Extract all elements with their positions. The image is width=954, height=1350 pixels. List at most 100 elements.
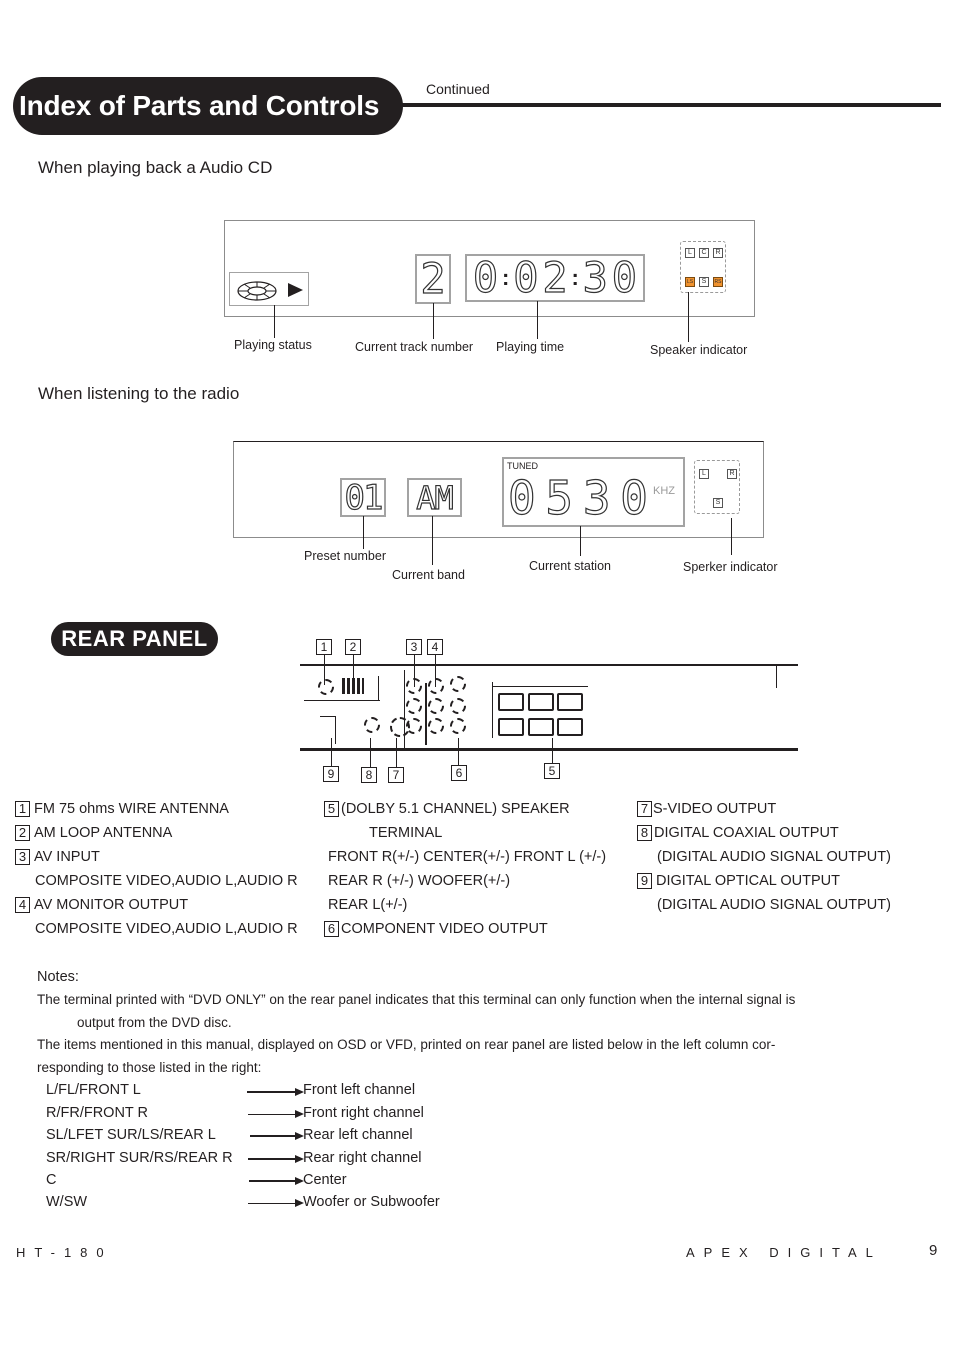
legend-label: COMPONENT VIDEO OUTPUT [341,921,548,937]
leader-line [363,516,364,549]
caption-speaker-indicator: Sperker indicator [683,560,778,574]
speaker-R: R [727,469,737,479]
radio-section-heading: When listening to the radio [38,384,240,403]
callout-3: 3 [406,639,422,655]
legend-item: 7 S-VIDEO OUTPUT [637,801,891,825]
leader-line [370,738,371,768]
leader-line [552,738,553,763]
component-jack [450,676,466,692]
leader-line [580,526,581,556]
chassis-top [300,664,798,666]
component-jack [450,718,466,734]
station-digit: 0 [620,471,649,525]
legend-label: DIGITAL COAXIAL OUTPUT [654,825,839,841]
legend-column-1: 1 FM 75 ohms WIRE ANTENNA 2 AM LOOP ANTENN… [15,801,298,945]
coaxial-jack [364,717,380,733]
tuned-indicator: TUNED [507,461,538,471]
caption-playing-status: Playing status [234,338,312,352]
legend-label: AV MONITOR OUTPUT [34,897,189,913]
station-digit: 5 [545,471,574,525]
caption-current-station: Current station [529,559,611,573]
leader-line [731,518,732,555]
caption-current-track: Current track number [355,340,474,354]
mapping-from: L/FL/FRONT L [46,1082,141,1098]
am-antenna-terminal [342,678,364,694]
leader-line [274,305,275,338]
legend-item: REAR R (+/-) WOOFER(+/-) [328,873,511,889]
mapping-from: R/FR/FRONT R [46,1105,149,1121]
legend-label: AV INPUT [34,849,100,865]
legend-number: 7 [637,801,652,818]
legend-label: DIGITAL OPTICAL OUTPUT [656,873,840,889]
play-icon [288,283,303,297]
leader-line [432,516,433,565]
divider [404,670,405,748]
cd-section-heading: When playing back a Audio CD [38,158,273,177]
speaker-S: S [713,498,723,508]
legend-number: 1 [15,801,30,818]
legend-column-2: 5 (DOLBY 5.1 CHANNEL) SPEAKER TERMINAL FR… [324,801,606,945]
divider [492,686,588,687]
mapping-from: SR/RIGHT SUR/RS/REAR R [46,1150,233,1166]
chassis-bottom [300,748,798,751]
khz-unit: KHZ [653,485,675,497]
speaker-L: L [699,469,709,479]
note-line: output from the DVD disc. [77,1015,232,1030]
continued-label: Continued [426,81,490,97]
legend-number: 4 [15,897,30,914]
station-box: TUNED 0 5 3 0 KHZ [502,457,685,527]
av-output-jack [428,718,444,734]
legend-item: (DIGITAL AUDIO SIGNAL OUTPUT) [657,849,891,865]
mapping-from: SL/LFET SUR/LS/REAR L [46,1127,216,1143]
disc-icon [237,281,277,301]
track-number-digit: 2 [420,254,446,303]
speaker-terminal-rear-r [498,718,524,736]
mapping-to: Front left channel [303,1082,416,1098]
callout-8: 8 [361,767,377,783]
callout-4: 4 [427,639,443,655]
playing-status-indicator [229,272,309,306]
mapping-to: Rear right channel [303,1150,422,1166]
speaker-L: L [685,248,695,258]
speaker-S: S [699,277,709,287]
notes-heading: Notes: [37,969,79,985]
legend-item: 5 (DOLBY 5.1 CHANNEL) SPEAKER [324,801,606,825]
legend-item: FRONT R(+/-) CENTER(+/-) FRONT L (+/-) [328,849,607,865]
speaker-terminal-woofer [528,718,554,736]
time-digit: 0 [611,253,638,302]
legend-item: 9 DIGITAL OPTICAL OUTPUT [637,873,891,897]
mapping-to: Woofer or Subwoofer [303,1194,440,1210]
radio-display-panel: 01 AM TUNED 0 5 3 0 KHZ L R S [233,441,764,538]
av-input-jack [406,718,422,734]
time-colon: : [502,265,510,290]
track-number-box: 2 [415,254,451,304]
cd-speaker-indicator: L C R LS S RS [680,241,726,293]
caption-preset-number: Preset number [304,549,386,563]
callout-5: 5 [544,763,560,779]
speaker-LS-active: LS [685,277,695,287]
mapping-from: C [46,1172,57,1188]
page-number: 9 [929,1242,938,1259]
fm-antenna-jack [318,679,334,695]
leader-line [688,292,689,342]
caption-current-band: Current band [392,568,465,582]
arrow-line [247,1091,295,1093]
band-box: AM [407,478,462,517]
rear-panel-diagram: 1 2 3 4 9 8 7 6 5 [298,638,798,788]
preset-number-box: 01 [340,478,386,517]
divider [378,676,379,701]
av-input-jack [406,678,422,694]
arrow-line [250,1135,296,1137]
note-line: The items mentioned in this manual, disp… [37,1037,776,1052]
legend-number: 2 [15,825,30,842]
speaker-terminal-rear-l [557,718,583,736]
divider [492,682,493,738]
legend-label: S-VIDEO OUTPUT [653,801,777,817]
title-rule [400,103,941,107]
mapping-to: Center [303,1172,347,1188]
callout-2: 2 [345,639,361,655]
optical-port [320,716,336,744]
legend-number: 8 [637,825,652,842]
legend-label: AM LOOP ANTENNA [34,825,173,841]
time-digit: 0 [513,253,540,302]
